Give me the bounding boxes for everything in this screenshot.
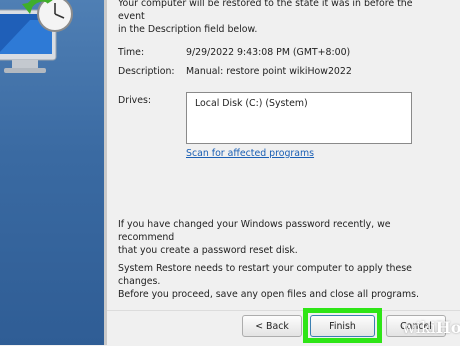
intro-line-2: in the Description field below. bbox=[118, 24, 258, 35]
password-note-line-1: If you have changed your Windows passwor… bbox=[118, 219, 391, 243]
watermark-wiki: wiki bbox=[402, 318, 436, 337]
password-note-line-2: that you create a password reset disk. bbox=[118, 245, 298, 256]
restart-note-line-1: System Restore needs to restart your com… bbox=[118, 263, 412, 287]
scan-affected-programs-link[interactable]: Scan for affected programs bbox=[186, 148, 314, 159]
description-value: Manual: restore point wikiHow2022 bbox=[186, 66, 352, 77]
drive-item[interactable]: Local Disk (C:) (System) bbox=[195, 98, 308, 109]
finish-highlight-box bbox=[303, 308, 382, 343]
side-panel bbox=[0, 0, 104, 345]
time-label: Time: bbox=[118, 47, 145, 58]
restart-note-line-2: Before you proceed, save any open files … bbox=[118, 289, 419, 300]
drives-label: Drives: bbox=[118, 95, 152, 106]
wikihow-watermark: wikiHow bbox=[402, 318, 460, 337]
intro-line-1: Your computer will be restored to the st… bbox=[118, 0, 413, 22]
system-restore-monitor-clock-icon bbox=[0, 0, 73, 73]
description-label: Description: bbox=[118, 66, 175, 77]
password-note: If you have changed your Windows passwor… bbox=[118, 218, 438, 257]
restart-note: System Restore needs to restart your com… bbox=[118, 262, 438, 301]
intro-text: Your computer will be restored to the st… bbox=[118, 0, 438, 36]
time-value: 9/29/2022 9:43:08 PM (GMT+8:00) bbox=[186, 47, 351, 58]
watermark-how: How bbox=[435, 318, 460, 337]
drives-list[interactable]: Local Disk (C:) (System) bbox=[186, 92, 412, 144]
back-button[interactable]: < Back bbox=[242, 315, 302, 337]
